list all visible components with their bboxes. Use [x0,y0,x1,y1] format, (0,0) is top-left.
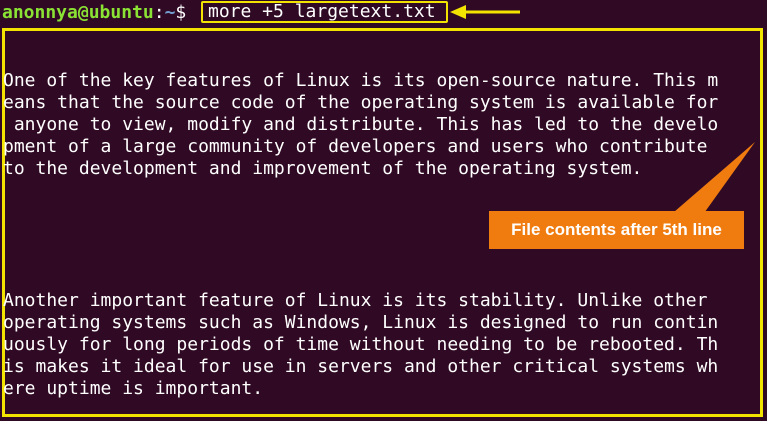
output-line: to the development and improvement of th… [3,158,643,179]
output-line: is makes it ideal for use in servers and… [3,356,719,377]
prompt-separator: : [153,2,165,23]
output-line: anyone to view, modify and distribute. T… [3,114,719,135]
command-text: more +5 largetext.txt [208,1,436,22]
output-line: ere uptime is important. [3,378,264,399]
prompt-user-host: anonnya@ubuntu [2,2,154,23]
prompt-symbol: $ [175,2,198,23]
output-line: uously for long periods of time without … [3,334,719,355]
prompt-path: ~ [164,2,176,23]
shell-prompt: anonnya@ubuntu:~$ [2,2,197,24]
command-arrow-icon [450,5,520,19]
callout-label: File contents after 5th line [489,211,744,249]
command-highlight-box: more +5 largetext.txt [201,1,448,23]
output-line: eans that the source code of the operati… [3,92,719,113]
output-line: operating systems such as Windows, Linux… [3,312,719,333]
output-line: Another important feature of Linux is it… [3,290,708,311]
terminal-window[interactable]: anonnya@ubuntu:~$ more +5 largetext.txt … [0,0,767,421]
callout-pointer-icon [674,142,755,216]
output-line: One of the key features of Linux is its … [3,70,719,91]
output-line: pment of a large community of developers… [3,136,708,157]
